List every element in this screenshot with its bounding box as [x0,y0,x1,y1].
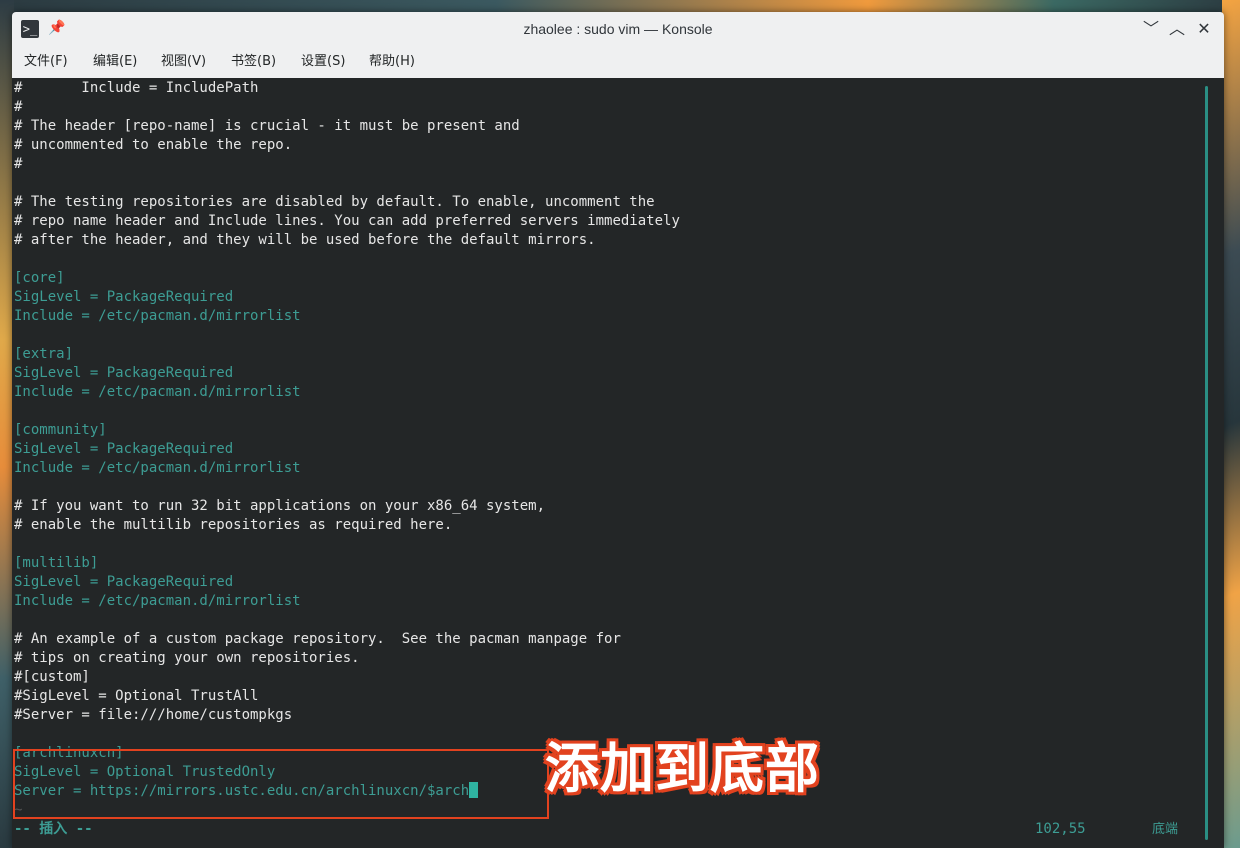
editor-line[interactable]: SigLevel = PackageRequired [14,573,233,592]
editor-line[interactable]: Include = /etc/pacman.d/mirrorlist [14,592,301,611]
konsole-window: >_ 📌 zhaolee : sudo vim — Konsole ﹀ ︿ ✕ … [12,12,1224,848]
editor-line[interactable]: # tips on creating your own repositories… [14,649,360,668]
editor-line[interactable]: # repo name header and Include lines. Yo… [14,212,680,231]
editor-line[interactable]: # An example of a custom package reposit… [14,630,621,649]
editor-line[interactable]: Include = /etc/pacman.d/mirrorlist [14,307,301,326]
scrollbar[interactable] [1205,86,1208,840]
editor-line[interactable]: #SigLevel = Optional TrustAll [14,687,258,706]
minimize-button[interactable]: ﹀ [1142,20,1160,38]
editor-line[interactable]: Include = /etc/pacman.d/mirrorlist [14,459,301,478]
annotation-label: 添加到底部 [545,737,820,800]
editor-line[interactable]: #Server = file:///home/custompkgs [14,706,292,725]
menu-help[interactable]: 帮助(H) [369,48,415,76]
highlight-box [13,749,549,819]
editor-line[interactable]: [core] [14,269,65,288]
maximize-button[interactable]: ︿ [1168,20,1186,38]
window-title: zhaolee : sudo vim — Konsole [523,21,713,37]
editor-line[interactable]: #[custom] [14,668,90,687]
menu-edit[interactable]: 编辑(E) [93,48,137,76]
desktop-wallpaper-right [1222,0,1240,848]
vim-mode-indicator: -- 插入 -- [14,821,93,837]
editor-line[interactable]: [extra] [14,345,73,364]
editor-line[interactable]: # The header [repo-name] is crucial - it… [14,117,520,136]
editor-line[interactable]: # enable the multilib repositories as re… [14,516,452,535]
editor-line[interactable]: SigLevel = PackageRequired [14,288,233,307]
editor-line[interactable]: SigLevel = PackageRequired [14,364,233,383]
menu-view[interactable]: 视图(V) [161,48,206,76]
editor-line[interactable]: # [14,98,22,117]
editor-line[interactable]: [multilib] [14,554,98,573]
editor-line[interactable]: # [14,155,22,174]
menu-settings[interactable]: 设置(S) [301,48,345,76]
editor-line[interactable]: # after the header, and they will be use… [14,231,596,250]
editor-line[interactable]: [community] [14,421,107,440]
menu-bar: 文件(F) 编辑(E) 视图(V) 书签(B) 设置(S) 帮助(H) [12,48,1224,76]
menu-bookmarks[interactable]: 书签(B) [231,48,276,76]
cursor-position: 102,55 [1035,821,1086,837]
menu-file[interactable]: 文件(F) [24,48,68,76]
editor-line[interactable]: # uncommented to enable the repo. [14,136,292,155]
terminal-view[interactable]: # Include = IncludePath # # The header [re… [12,78,1224,848]
close-button[interactable]: ✕ [1195,20,1213,38]
editor-line[interactable]: # The testing repositories are disabled … [14,193,655,212]
editor-line[interactable]: Include = /etc/pacman.d/mirrorlist [14,383,301,402]
editor-line[interactable]: # If you want to run 32 bit applications… [14,497,545,516]
editor-line[interactable]: SigLevel = PackageRequired [14,440,233,459]
editor-line[interactable]: # Include = IncludePath [14,79,258,98]
scroll-position: 底端 [1152,822,1179,837]
title-bar[interactable]: >_ 📌 zhaolee : sudo vim — Konsole ﹀ ︿ ✕ [12,12,1224,46]
